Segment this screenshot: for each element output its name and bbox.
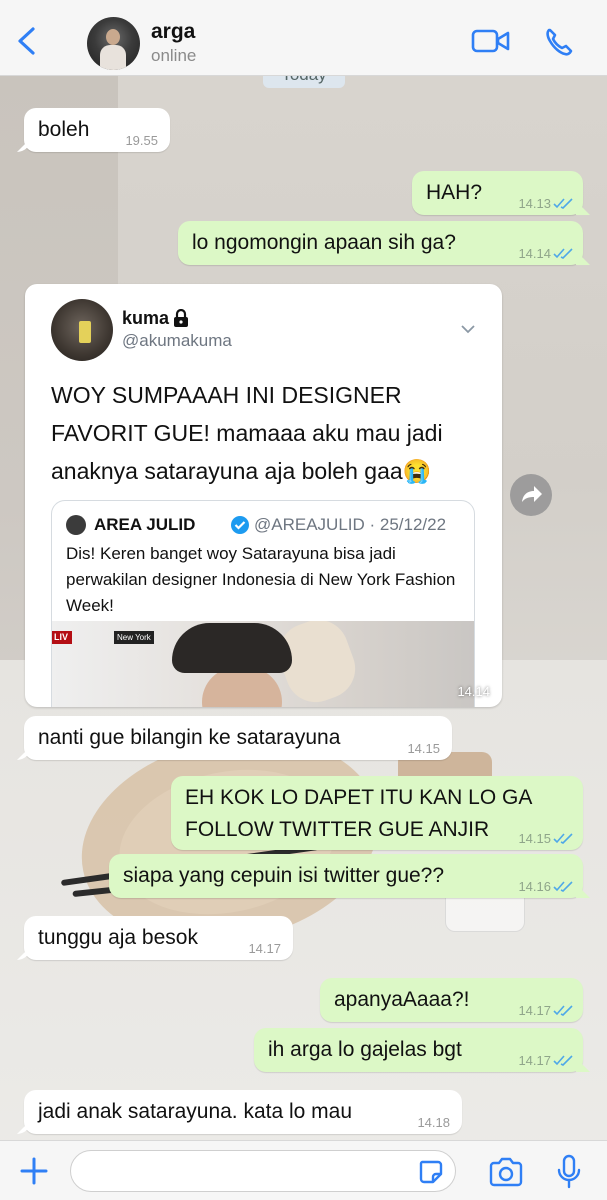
read-receipt-icon xyxy=(553,248,573,259)
contact-status: online xyxy=(151,46,197,65)
chevron-left-icon[interactable] xyxy=(14,26,40,56)
contact-name[interactable]: arga xyxy=(151,20,195,44)
message-time: 14.13 xyxy=(518,196,551,211)
chat-header: arga online xyxy=(0,0,607,76)
message-time: 14.14 xyxy=(457,684,490,699)
message-time: 14.18 xyxy=(417,1115,450,1130)
message-text: jadi anak satarayuna. kata lo mau xyxy=(38,1100,353,1123)
read-receipt-icon xyxy=(553,1055,573,1066)
message-input[interactable] xyxy=(70,1150,456,1192)
read-receipt-icon xyxy=(553,833,573,844)
quoted-author-avatar xyxy=(66,515,86,535)
message-text: EH KOK LO DAPET ITU KAN LO GA FOLLOW TWI… xyxy=(185,786,532,841)
sticker-icon[interactable] xyxy=(418,1159,444,1185)
message-time: 14.17 xyxy=(518,1003,551,1018)
message-time: 14.17 xyxy=(518,1053,551,1068)
quoted-tweet: AREA JULID @AREAJULID · 25/12/22 Dis! Ke… xyxy=(51,500,475,707)
read-receipt-icon xyxy=(553,1005,573,1016)
video-call-icon[interactable] xyxy=(471,26,511,56)
live-badge: LIV xyxy=(52,631,73,644)
tweet-author-handle: @akumakuma xyxy=(122,331,232,350)
live-location: New York xyxy=(114,631,154,644)
message-outgoing[interactable]: HAH? 14.13 xyxy=(412,171,583,215)
message-outgoing[interactable]: apanyaAaaa?! 14.17 xyxy=(320,978,583,1022)
camera-icon[interactable] xyxy=(488,1157,524,1187)
quoted-tweet-image: LIV New York xyxy=(52,621,474,707)
read-receipt-icon xyxy=(553,198,573,209)
message-incoming[interactable]: jadi anak satarayuna. kata lo mau 14.18 xyxy=(24,1090,462,1134)
message-time: 14.14 xyxy=(518,246,551,261)
message-time: 19.55 xyxy=(125,133,158,148)
message-incoming[interactable]: nanti gue bilangin ke satarayuna 14.15 xyxy=(24,716,452,760)
message-text: lo ngomongin apaan sih ga? xyxy=(192,231,456,254)
tweet-image-message[interactable]: kuma @akumakuma WOY SUMPAAAH INI DESIGNE… xyxy=(25,284,502,707)
plus-icon[interactable] xyxy=(18,1155,50,1187)
message-outgoing[interactable]: ih arga lo gajelas bgt 14.17 xyxy=(254,1028,583,1072)
message-text: apanyaAaaa?! xyxy=(334,988,470,1011)
message-incoming[interactable]: tunggu aja besok 14.17 xyxy=(24,916,293,960)
quoted-author-name: AREA JULID xyxy=(94,515,196,534)
message-time: 14.17 xyxy=(248,941,281,956)
message-text: nanti gue bilangin ke satarayuna xyxy=(38,726,341,749)
quoted-tweet-text: Dis! Keren banget woy Satarayuna bisa ja… xyxy=(66,544,456,615)
tweet-author-name: kuma xyxy=(122,308,170,328)
message-outgoing[interactable]: lo ngomongin apaan sih ga? 14.14 xyxy=(178,221,583,265)
input-bar xyxy=(0,1140,607,1200)
message-text: tunggu aja besok xyxy=(38,926,198,949)
read-receipt-icon xyxy=(553,881,573,892)
phone-icon[interactable] xyxy=(543,26,575,58)
chevron-down-icon xyxy=(461,325,475,334)
avatar[interactable] xyxy=(87,17,140,70)
message-text: HAH? xyxy=(426,181,483,204)
message-outgoing[interactable]: EH KOK LO DAPET ITU KAN LO GA FOLLOW TWI… xyxy=(171,776,583,850)
message-time: 14.15 xyxy=(518,831,551,846)
message-outgoing[interactable]: siapa yang cepuin isi twitter gue?? 14.1… xyxy=(109,854,583,898)
microphone-icon[interactable] xyxy=(556,1154,582,1190)
message-text: boleh xyxy=(38,118,90,141)
forward-icon[interactable] xyxy=(510,474,552,516)
message-text: siapa yang cepuin isi twitter gue?? xyxy=(123,864,445,887)
tweet-text: WOY SUMPAAAH INI DESIGNER FAVORIT GUE! m… xyxy=(51,382,443,484)
verified-badge-icon xyxy=(231,516,249,534)
quoted-author-handle: @AREAJULID · 25/12/22 xyxy=(254,515,447,534)
tweet-author-avatar xyxy=(51,299,113,361)
message-incoming[interactable]: boleh 19.55 xyxy=(24,108,170,152)
message-time: 14.16 xyxy=(518,879,551,894)
lock-icon xyxy=(174,309,188,327)
message-text: ih arga lo gajelas bgt xyxy=(268,1038,462,1061)
message-time: 14.15 xyxy=(407,741,440,756)
